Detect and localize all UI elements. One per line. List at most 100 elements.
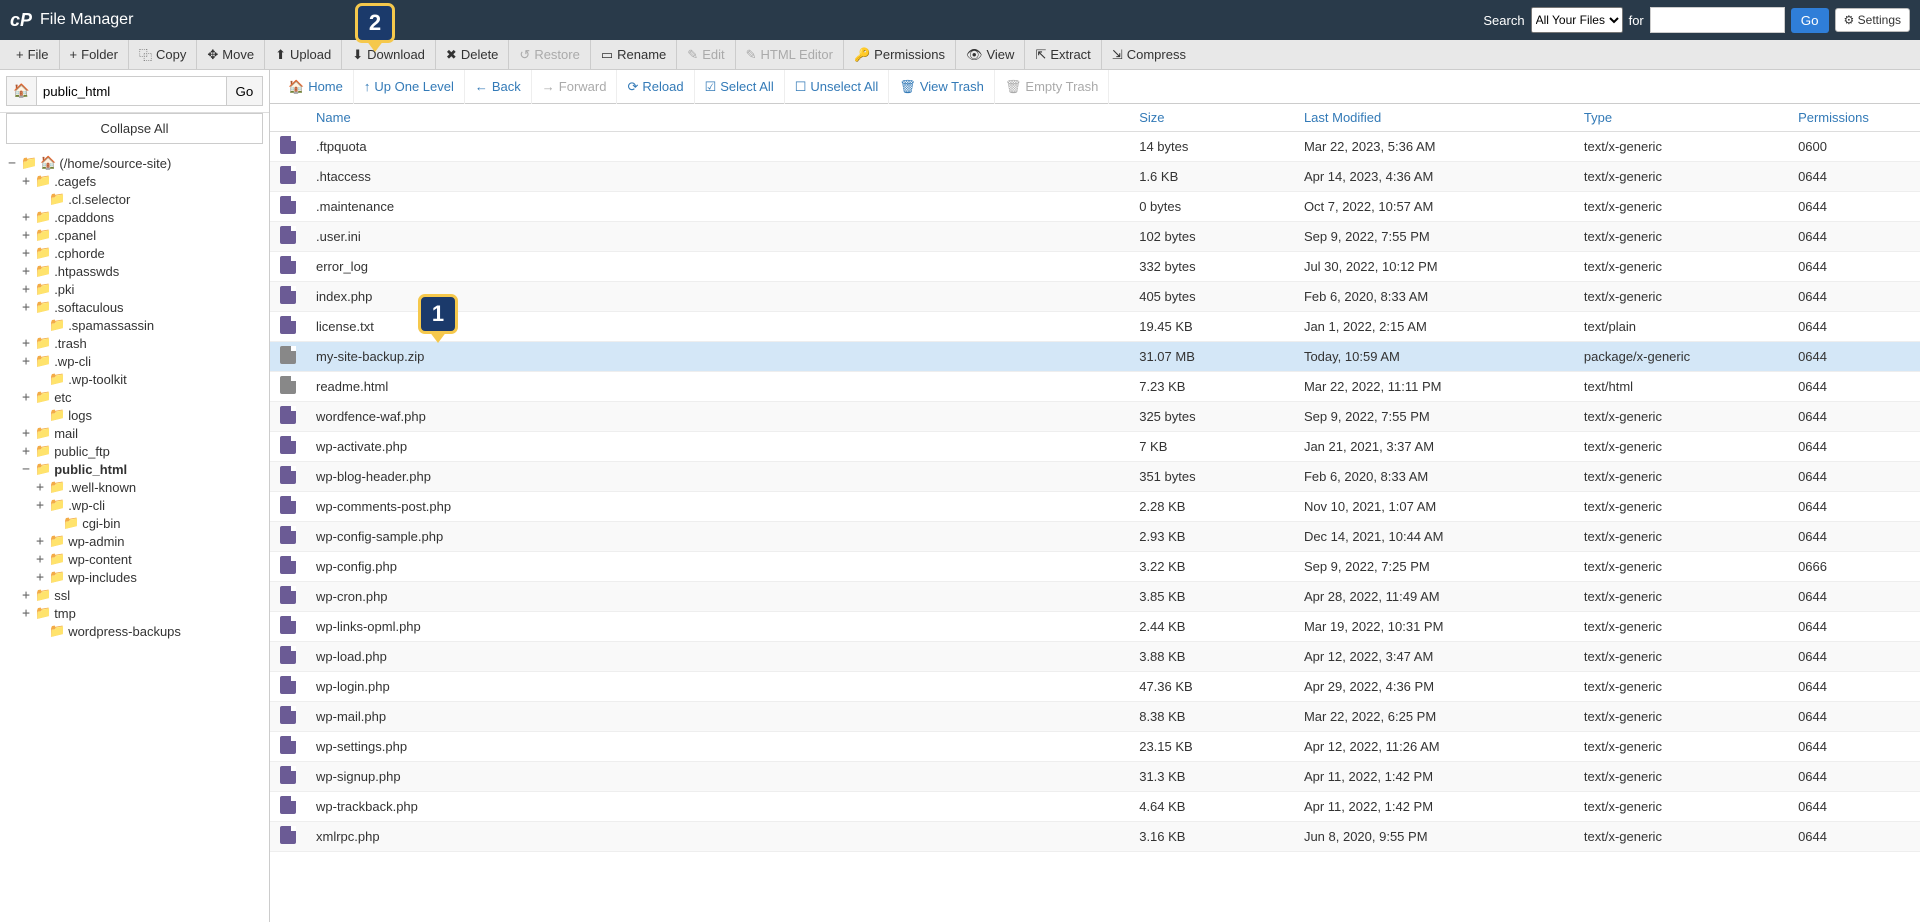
file-row[interactable]: .maintenance0 bytesOct 7, 2022, 10:57 AM… (270, 192, 1920, 222)
tree-toggle-icon[interactable]: + (20, 282, 32, 297)
tree-node-logs[interactable]: 📁logs (20, 406, 263, 424)
file-row[interactable]: wp-config-sample.php2.93 KBDec 14, 2021,… (270, 522, 1920, 552)
tree-toggle-icon[interactable]: + (20, 444, 32, 459)
nav-empty-trash-button[interactable]: 🗑Empty Trash (995, 70, 1109, 104)
col-icon[interactable] (270, 104, 306, 132)
nav-back-button[interactable]: ←Back (465, 70, 532, 104)
tree-toggle-icon[interactable]: + (20, 246, 32, 261)
col-modified-header[interactable]: Last Modified (1294, 104, 1574, 132)
file-row[interactable]: .user.ini102 bytesSep 9, 2022, 7:55 PMte… (270, 222, 1920, 252)
tree-node-spamassassin[interactable]: 📁.spamassassin (20, 316, 263, 334)
tree-toggle-icon[interactable]: − (20, 462, 32, 477)
file-table-wrap[interactable]: Name Size Last Modified Type Permissions… (270, 104, 1920, 922)
tree-node-cagefs[interactable]: +📁.cagefs (20, 172, 263, 190)
tree-toggle-icon[interactable]: + (20, 300, 32, 315)
file-row[interactable]: wp-config.php3.22 KBSep 9, 2022, 7:25 PM… (270, 552, 1920, 582)
nav-reload-button[interactable]: ⟳Reload (617, 70, 694, 104)
file-row[interactable]: xmlrpc.php3.16 KBJun 8, 2020, 9:55 PMtex… (270, 822, 1920, 852)
tree-node-wp-toolkit[interactable]: 📁.wp-toolkit (20, 370, 263, 388)
upload-button[interactable]: ⬆Upload (265, 40, 342, 70)
tree-node-wp-includes[interactable]: +📁wp-includes (20, 568, 263, 586)
extract-button[interactable]: ⇱Extract (1025, 40, 1101, 70)
file-row[interactable]: .htaccess1.6 KBApr 14, 2023, 4:36 AMtext… (270, 162, 1920, 192)
nav-forward-button[interactable]: →Forward (532, 70, 618, 104)
download-button[interactable]: ⬇Download (342, 40, 436, 70)
home-icon-button[interactable]: 🏠 (6, 76, 37, 106)
col-name-header[interactable]: Name (306, 104, 1129, 132)
view-button[interactable]: 👁View (956, 40, 1025, 70)
file-row[interactable]: wp-blog-header.php351 bytesFeb 6, 2020, … (270, 462, 1920, 492)
file-row[interactable]: wp-settings.php23.15 KBApr 12, 2022, 11:… (270, 732, 1920, 762)
search-input[interactable] (1650, 7, 1785, 33)
file-row[interactable]: wp-activate.php7 KBJan 21, 2021, 3:37 AM… (270, 432, 1920, 462)
folder-button[interactable]: +Folder (60, 40, 129, 70)
tree-toggle-icon[interactable]: + (20, 588, 32, 603)
tree-node-wp-admin[interactable]: +📁wp-admin (20, 532, 263, 550)
file-row[interactable]: wp-signup.php31.3 KBApr 11, 2022, 1:42 P… (270, 762, 1920, 792)
file-row[interactable]: wp-mail.php8.38 KBMar 22, 2022, 6:25 PMt… (270, 702, 1920, 732)
tree-toggle-icon[interactable]: + (34, 498, 46, 513)
nav-up-button[interactable]: ↑Up One Level (354, 70, 465, 104)
tree-node-public_html[interactable]: −📁public_html (20, 460, 263, 478)
nav-select-all-button[interactable]: ☑Select All (695, 70, 785, 104)
path-go-button[interactable]: Go (227, 76, 263, 106)
nav-home-button[interactable]: 🏠Home (278, 70, 354, 104)
copy-button[interactable]: ⿻Copy (129, 40, 197, 70)
tree-node-cphorde[interactable]: +📁.cphorde (20, 244, 263, 262)
tree-toggle-icon[interactable]: + (34, 534, 46, 549)
tree-node-mail[interactable]: +📁mail (20, 424, 263, 442)
col-size-header[interactable]: Size (1129, 104, 1294, 132)
restore-button[interactable]: ↺Restore (509, 40, 590, 70)
file-row[interactable]: wp-comments-post.php2.28 KBNov 10, 2021,… (270, 492, 1920, 522)
file-row[interactable]: wordfence-waf.php325 bytesSep 9, 2022, 7… (270, 402, 1920, 432)
settings-button[interactable]: ⚙ Settings (1835, 8, 1910, 32)
tree-toggle-icon[interactable]: + (20, 426, 32, 441)
tree-node-wp-content[interactable]: +📁wp-content (20, 550, 263, 568)
file-row[interactable]: index.php405 bytesFeb 6, 2020, 8:33 AMte… (270, 282, 1920, 312)
file-row[interactable]: wp-links-opml.php2.44 KBMar 19, 2022, 10… (270, 612, 1920, 642)
delete-button[interactable]: ✖Delete (436, 40, 509, 70)
tree-node-etc[interactable]: +📁etc (20, 388, 263, 406)
permissions-button[interactable]: 🔑Permissions (844, 40, 956, 70)
tree-toggle-icon[interactable]: + (20, 354, 32, 369)
compress-button[interactable]: ⇲Compress (1102, 40, 1196, 70)
tree-toggle-icon[interactable]: + (34, 552, 46, 567)
path-input[interactable] (37, 76, 227, 106)
nav-unselect-all-button[interactable]: ☐Unselect All (785, 70, 890, 104)
file-row[interactable]: wp-trackback.php4.64 KBApr 11, 2022, 1:4… (270, 792, 1920, 822)
move-button[interactable]: ✥Move (197, 40, 265, 70)
tree-node-pki[interactable]: +📁.pki (20, 280, 263, 298)
tree-node-wp-cli[interactable]: +📁.wp-cli (20, 352, 263, 370)
file-row[interactable]: .ftpquota14 bytesMar 22, 2023, 5:36 AMte… (270, 132, 1920, 162)
tree-node-softaculous[interactable]: +📁.softaculous (20, 298, 263, 316)
tree-node-cpaddons[interactable]: +📁.cpaddons (20, 208, 263, 226)
tree-node-ssl[interactable]: +📁ssl (20, 586, 263, 604)
tree-node-wp-cli[interactable]: +📁.wp-cli (20, 496, 263, 514)
tree-node-htpasswds[interactable]: +📁.htpasswds (20, 262, 263, 280)
col-permissions-header[interactable]: Permissions (1788, 104, 1920, 132)
tree-node-clselector[interactable]: 📁.cl.selector (20, 190, 263, 208)
search-scope-select[interactable]: All Your Files (1531, 7, 1623, 33)
tree-node-wordpress-backups[interactable]: 📁wordpress-backups (20, 622, 263, 640)
tree-toggle-icon[interactable]: + (34, 570, 46, 585)
tree-toggle-icon[interactable]: + (34, 480, 46, 495)
tree-node-tmp[interactable]: +📁tmp (20, 604, 263, 622)
tree-toggle-icon[interactable]: + (20, 228, 32, 243)
tree-node-trash[interactable]: +📁.trash (20, 334, 263, 352)
collapse-all-button[interactable]: Collapse All (6, 113, 263, 144)
tree-node-public_ftp[interactable]: +📁public_ftp (20, 442, 263, 460)
tree-toggle-icon[interactable]: + (20, 390, 32, 405)
file-row[interactable]: wp-load.php3.88 KBApr 12, 2022, 3:47 AMt… (270, 642, 1920, 672)
tree-toggle-icon[interactable]: − (6, 156, 18, 171)
tree-node-well-known[interactable]: +📁.well-known (20, 478, 263, 496)
tree-toggle-icon[interactable]: + (20, 336, 32, 351)
file-button[interactable]: +File (6, 40, 60, 70)
file-row[interactable]: license.txt19.45 KBJan 1, 2022, 2:15 AMt… (270, 312, 1920, 342)
file-row[interactable]: wp-login.php47.36 KBApr 29, 2022, 4:36 P… (270, 672, 1920, 702)
file-row[interactable]: readme.html7.23 KBMar 22, 2022, 11:11 PM… (270, 372, 1920, 402)
nav-view-trash-button[interactable]: 🗑View Trash (889, 70, 995, 104)
edit-button[interactable]: ✎Edit (677, 40, 735, 70)
search-go-button[interactable]: Go (1791, 8, 1829, 33)
rename-button[interactable]: ▭Rename (591, 40, 677, 70)
html-editor-button[interactable]: ✎HTML Editor (736, 40, 844, 70)
